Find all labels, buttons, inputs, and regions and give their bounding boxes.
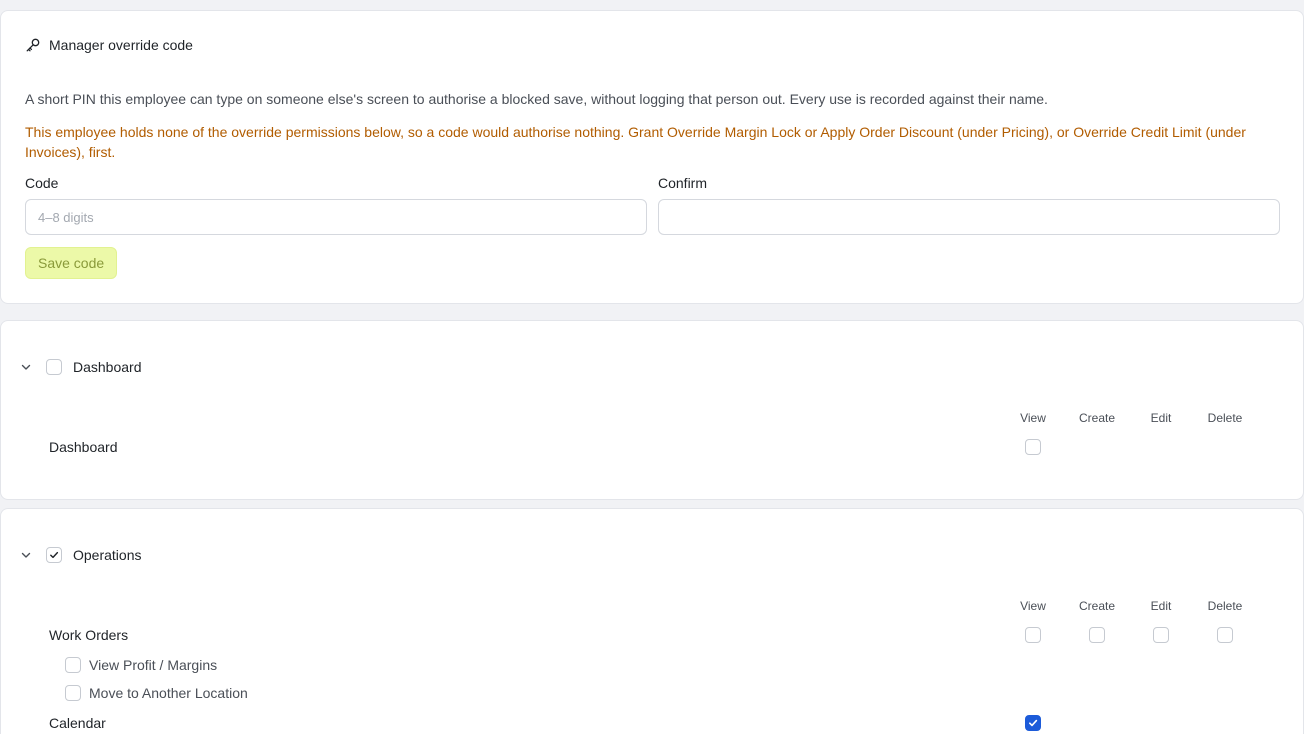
override-header: Manager override code [25,37,193,53]
dashboard-section-title: Dashboard [73,359,142,375]
confirm-input[interactable] [658,199,1280,235]
chevron-down-icon[interactable] [18,547,34,563]
chevron-down-icon[interactable] [18,359,34,375]
confirm-label: Confirm [658,175,708,191]
code-label: Code [25,175,59,191]
column-header-delete: Delete [1207,411,1243,425]
column-header-edit: Edit [1150,411,1172,425]
column-header-create: Create [1078,599,1116,613]
override-warning: This employee holds none of the override… [25,124,1246,160]
work-orders-create-checkbox[interactable] [1089,627,1105,643]
column-header-create: Create [1078,411,1116,425]
check-icon [1029,719,1038,727]
dashboard-view-checkbox[interactable] [1025,439,1041,455]
permission-row-label: Dashboard [49,439,118,455]
dashboard-section: Dashboard View Create Edit Delete Dashbo… [0,320,1304,500]
override-description: A short PIN this employee can type on so… [25,91,1048,107]
move-to-another-location-label: Move to Another Location [89,685,248,701]
operations-section-header[interactable] [18,547,34,563]
column-header-view: View [1020,599,1046,613]
code-input[interactable] [25,199,647,235]
dashboard-section-checkbox[interactable] [46,359,62,375]
operations-section: Operations View Create Edit Delete Work … [0,508,1304,734]
view-profit-margins-checkbox[interactable] [65,657,81,673]
column-header-delete: Delete [1207,599,1243,613]
override-card: Manager override code A short PIN this e… [0,10,1304,304]
check-icon [50,551,59,559]
move-to-another-location-checkbox[interactable] [65,685,81,701]
calendar-view-checkbox[interactable] [1025,715,1041,731]
permission-row-label-work-orders: Work Orders [49,627,129,643]
operations-section-title: Operations [73,547,142,563]
operations-section-checkbox[interactable] [46,547,62,563]
save-code-button[interactable]: Save code [25,247,118,279]
column-header-edit: Edit [1150,599,1172,613]
view-profit-margins-label: View Profit / Margins [89,657,218,673]
work-orders-delete-checkbox[interactable] [1217,627,1233,643]
work-orders-view-checkbox[interactable] [1025,627,1041,643]
column-header-view: View [1020,411,1046,425]
permission-row-label-calendar: Calendar [49,715,106,731]
work-orders-edit-checkbox[interactable] [1153,627,1169,643]
override-title: Manager override code [49,37,193,53]
key-icon [25,37,41,53]
dashboard-section-header[interactable] [18,359,34,375]
